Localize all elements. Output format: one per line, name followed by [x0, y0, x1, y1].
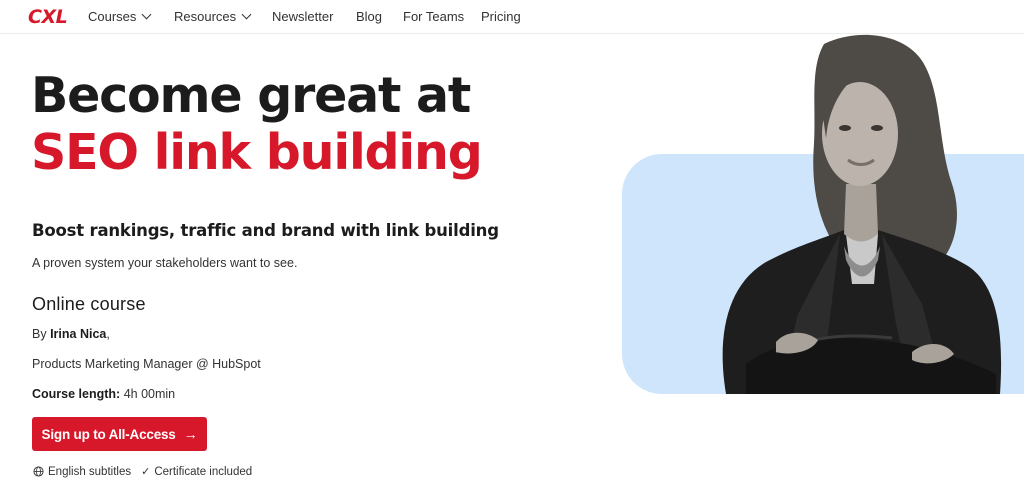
author-suffix: , [106, 327, 110, 341]
author-line: By Irina Nica, [32, 327, 110, 341]
nav-newsletter-label: Newsletter [272, 9, 334, 24]
certificate-badge-label: Certificate included [154, 465, 253, 478]
nav-pricing[interactable]: Pricing [481, 9, 521, 24]
chevron-down-icon [141, 9, 152, 20]
nav-resources-label: Resources [174, 9, 237, 24]
hero-tagline: A proven system your stakeholders want t… [32, 256, 298, 270]
hero-title-line-2: SEO link building [31, 124, 483, 181]
cxl-logo[interactable]: CXL [28, 6, 68, 28]
by-label: By [32, 327, 47, 341]
check-icon: ✓ [141, 466, 151, 478]
nav-for-teams-label: For Teams [403, 9, 465, 24]
nav-blog-label: Blog [356, 9, 383, 24]
course-badges: English subtitles ✓ Certificate included [33, 465, 262, 478]
hero-title-line-1: Become great at [31, 67, 471, 124]
arrow-right-icon: → [183, 426, 198, 442]
author-title: Products Marketing Manager @ HubSpot [32, 357, 261, 371]
nav-blog[interactable]: Blog [356, 9, 382, 24]
sign-up-button[interactable]: Sign up to All-Access → [32, 417, 207, 451]
nav-newsletter[interactable]: Newsletter [272, 9, 333, 24]
course-length: Course length: 4h 00min [32, 387, 175, 401]
course-length-label: Course length: [32, 387, 121, 401]
nav-courses[interactable]: Courses [88, 9, 152, 24]
subtitles-badge-label: English subtitles [48, 465, 132, 478]
author-name: Irina Nica [50, 327, 107, 341]
hero-subheading: Boost rankings, traffic and brand with l… [32, 221, 499, 240]
nav-for-teams[interactable]: For Teams [403, 9, 464, 24]
course-length-value: 4h 00min [123, 387, 176, 401]
chevron-down-icon [241, 9, 252, 20]
course-type: Online course [32, 294, 146, 314]
sign-up-button-label: Sign up to All-Access [41, 426, 176, 442]
certificate-badge: ✓ Certificate included [141, 465, 253, 479]
nav-pricing-label: Pricing [481, 9, 521, 24]
subtitles-badge: English subtitles [33, 466, 131, 478]
nav-courses-label: Courses [88, 9, 137, 24]
nav-resources[interactable]: Resources [174, 9, 252, 24]
instructor-photo [722, 34, 1002, 394]
top-navigation: CXL Courses Resources Newsletter Blog Fo… [0, 0, 1024, 34]
globe-icon [33, 466, 44, 477]
